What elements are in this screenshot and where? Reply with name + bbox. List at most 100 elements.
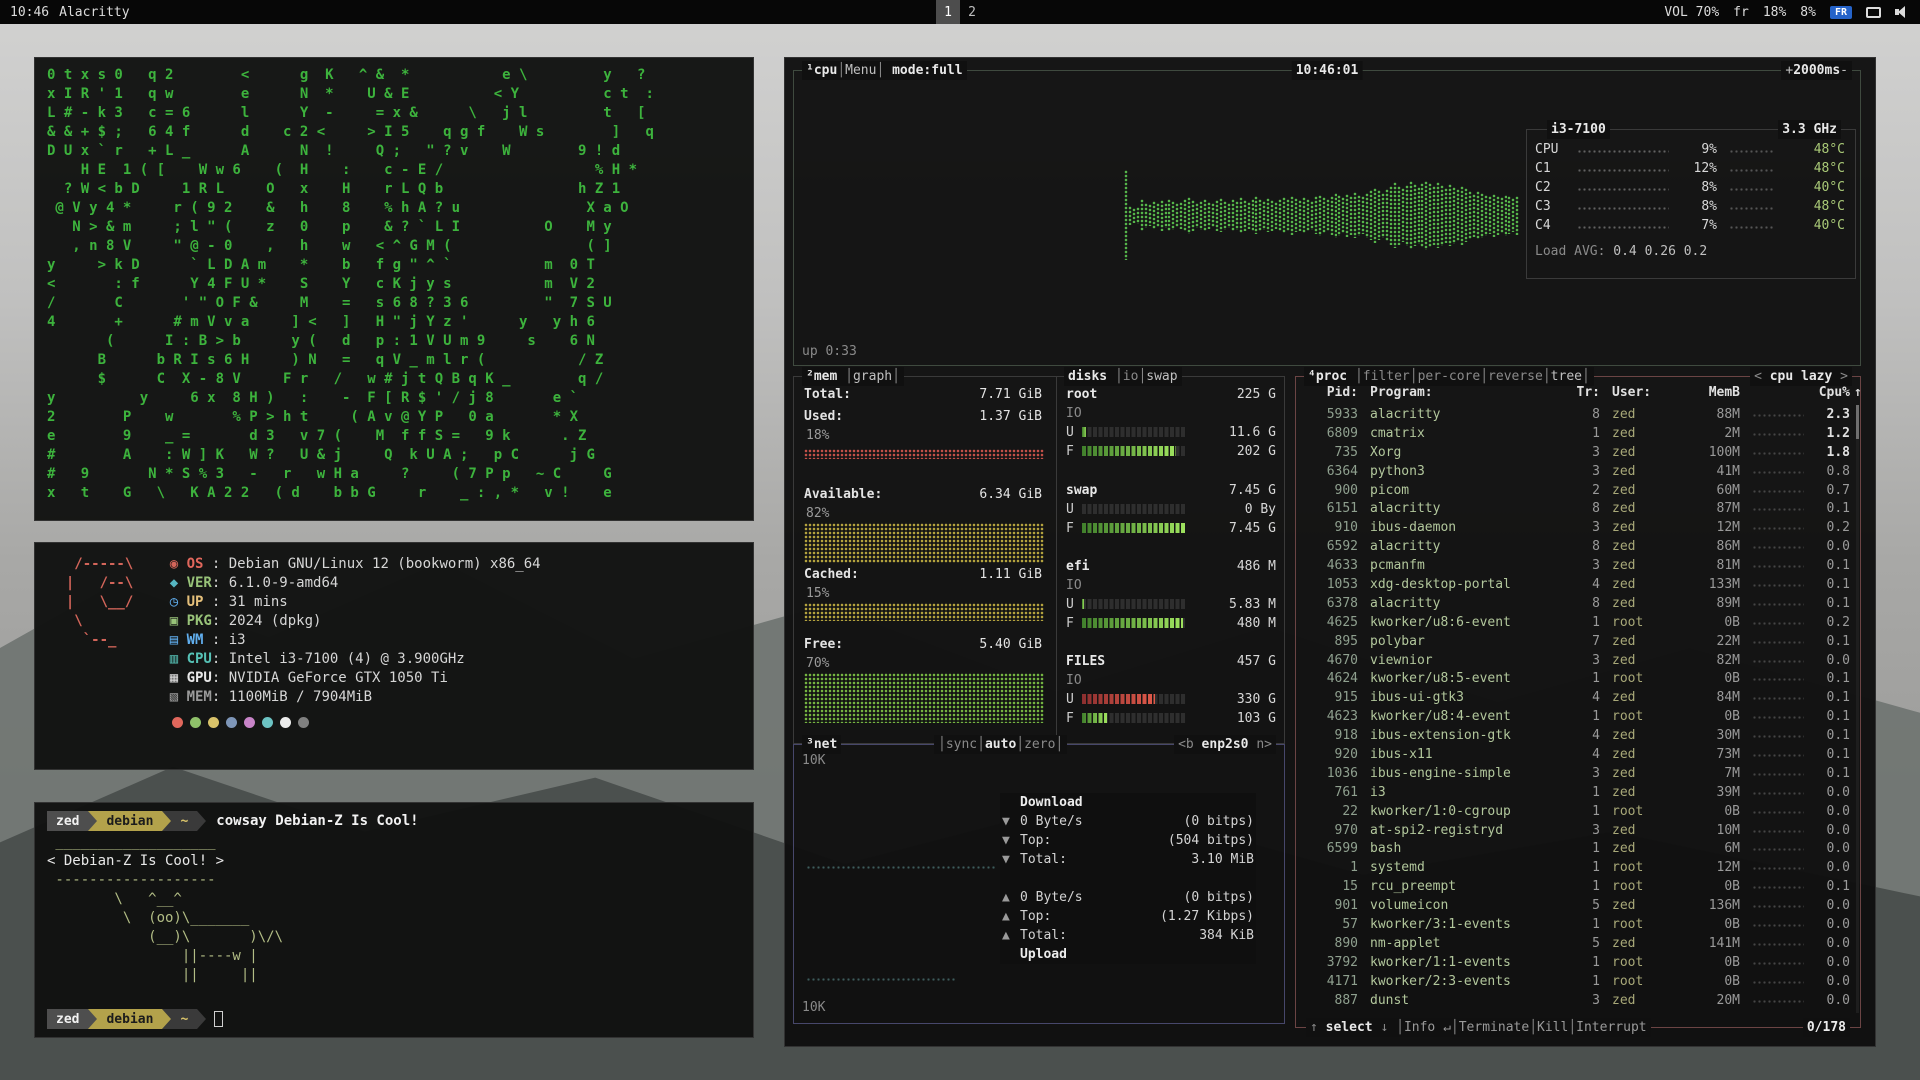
proc-row[interactable]: 6599bash1zed6M0.0	[1296, 839, 1854, 858]
disks-tab-swap[interactable]: swap	[1146, 367, 1177, 386]
fetch-terminal-window[interactable]: /-----\ | /--\ | \__/ \ `--_ ◉ OS : Debi…	[34, 542, 754, 770]
proc-cpu-mini-graph	[1752, 715, 1804, 720]
net-interface-selector[interactable]: <b enp2s0 n>	[1174, 735, 1276, 754]
proc-row[interactable]: 970at-spi2-registryd3zed10M0.0	[1296, 821, 1854, 840]
select-button[interactable]	[1318, 1018, 1326, 1037]
mode-selector[interactable]: mode:full	[892, 61, 962, 80]
disks-tab-io[interactable]: io	[1123, 367, 1139, 386]
info-icon: ▧	[170, 689, 187, 705]
core-row: CPU9%48°C	[1527, 140, 1855, 159]
proc-footer: ↑ select ↓ │Info ↵│Terminate│Kill│Interr…	[1306, 1018, 1651, 1037]
mem-row-label: Cached:	[804, 565, 859, 584]
proc-row[interactable]: 918ibus-extension-gtk4zed30M0.1	[1296, 726, 1854, 745]
proc-row[interactable]: 6809cmatrix1zed2M1.2	[1296, 424, 1854, 443]
terminate-button[interactable]: Terminate	[1459, 1018, 1529, 1037]
proc-tab-per-core[interactable]: per-core	[1418, 367, 1481, 386]
proc-row[interactable]: 4633pcmanfm3zed81M0.1	[1296, 556, 1854, 575]
proc-row[interactable]: 890nm-applet5zed141M0.0	[1296, 934, 1854, 953]
proc-cpu-mini-graph	[1752, 432, 1804, 437]
workspace-2[interactable]: 2	[960, 0, 984, 24]
proc-row[interactable]: 735Xorg3zed100M1.8	[1296, 443, 1854, 462]
info-button[interactable]: Info ↵	[1404, 1018, 1451, 1037]
tab-mem[interactable]: ²mem	[806, 367, 837, 386]
volume-indicator[interactable]: VOL 70%	[1664, 5, 1719, 20]
mem-row-percent: 70%	[806, 654, 829, 673]
select-label[interactable]: select	[1326, 1018, 1373, 1037]
net-box: ³net │sync│auto│zero│ <b enp2s0 n> 10K 1…	[793, 744, 1285, 1024]
proc-scrollbar[interactable]	[1856, 405, 1859, 1013]
proc-row[interactable]: 1systemd1root12M0.0	[1296, 858, 1854, 877]
kill-button[interactable]: Kill	[1537, 1018, 1568, 1037]
proc-row[interactable]: 1053xdg-desktop-portal4zed133M0.1	[1296, 575, 1854, 594]
mem-usage-graph	[804, 523, 1044, 563]
display-icon[interactable]	[1866, 7, 1881, 18]
proc-row[interactable]: 57kworker/3:1-events1root0B0.0	[1296, 915, 1854, 934]
proc-row[interactable]: 4624kworker/u8:5-event1root0B0.1	[1296, 669, 1854, 688]
info-icon: ◉	[170, 556, 187, 572]
tab-cpu[interactable]: ¹cpu	[806, 61, 837, 80]
proc-row[interactable]: 761i31zed39M0.0	[1296, 783, 1854, 802]
proc-tab-reverse[interactable]: reverse	[1488, 367, 1543, 386]
proc-row[interactable]: 1036ibus-engine-simple3zed7M0.1	[1296, 764, 1854, 783]
usage-meter	[1082, 504, 1186, 514]
net-tab-sync[interactable]: sync	[946, 735, 977, 754]
interrupt-button[interactable]: Interrupt	[1576, 1018, 1646, 1037]
proc-tab-tree[interactable]: tree	[1551, 367, 1582, 386]
proc-row[interactable]: 895polybar7zed22M0.1	[1296, 632, 1854, 651]
color-swatch	[262, 717, 273, 728]
interval-decrease-button[interactable]: -	[1840, 61, 1848, 80]
load-average: Load AVG: 0.4 0.26 0.2	[1535, 242, 1707, 261]
proc-row[interactable]: 920ibus-x114zed73M0.1	[1296, 745, 1854, 764]
net-tab-zero[interactable]: zero	[1024, 735, 1055, 754]
proc-row[interactable]: 15rcu_preempt1root0B0.1	[1296, 877, 1854, 896]
system-info-line: ▣ PKG: 2024 (dpkg)	[170, 612, 541, 631]
mem-box: ²mem │graph│ disks │io│swap Total: 7.71 …	[793, 376, 1285, 744]
info-icon: ▤	[170, 632, 187, 648]
proc-row[interactable]: 915ibus-ui-gtk34zed84M0.1	[1296, 688, 1854, 707]
proc-row[interactable]: 6592alacritty8zed86M0.0	[1296, 537, 1854, 556]
tab-net[interactable]: ³net	[806, 735, 837, 754]
proc-row[interactable]: 901volumeicon5zed136M0.0	[1296, 896, 1854, 915]
keyboard-layout-badge[interactable]: FR	[1830, 6, 1852, 19]
tab-proc[interactable]: ⁴proc	[1308, 367, 1347, 386]
proc-sort-selector[interactable]: < cpu lazy >	[1750, 367, 1852, 386]
workspace-1[interactable]: 1	[936, 0, 960, 24]
proc-cpu-mini-graph	[1752, 640, 1804, 645]
proc-row[interactable]: 22kworker/1:0-cgroup1root0B0.0	[1296, 802, 1854, 821]
net-tab-auto[interactable]: auto	[985, 735, 1016, 754]
proc-row[interactable]: 887dunst3zed20M0.0	[1296, 991, 1854, 1010]
mem-row-label: Free:	[804, 635, 843, 654]
proc-row[interactable]: 6151alacritty8zed87M0.1	[1296, 499, 1854, 518]
proc-row[interactable]: 6364python33zed41M0.8	[1296, 462, 1854, 481]
color-swatch	[208, 717, 219, 728]
speaker-icon[interactable]	[1895, 6, 1910, 18]
proc-row[interactable]: 4171kworker/2:3-events1root0B0.0	[1296, 972, 1854, 991]
system-monitor-window[interactable]: ¹cpu│Menu│ mode:full 10:46:01 +2000ms- i…	[784, 57, 1876, 1047]
mem-row-value: 5.40 GiB	[979, 635, 1042, 654]
core-temp-meter	[1729, 206, 1773, 212]
proc-row[interactable]: 6378alacritty8zed89M0.1	[1296, 594, 1854, 613]
cowsay-terminal-window[interactable]: zeddebian~cowsay Debian-Z Is Cool! _____…	[34, 802, 754, 1038]
proc-row[interactable]: 900picom2zed60M0.7	[1296, 481, 1854, 500]
usage-meter	[1082, 618, 1186, 628]
interval-increase-button[interactable]: +	[1785, 61, 1793, 80]
keyboard-layout-text[interactable]: fr	[1733, 5, 1749, 20]
disk-name: root	[1066, 385, 1097, 404]
mem-tab-graph[interactable]: graph	[853, 367, 892, 386]
proc-row[interactable]: 4623kworker/u8:4-event1root0B0.1	[1296, 707, 1854, 726]
refresh-interval-control: +2000ms-	[1781, 61, 1852, 80]
proc-scrollbar-thumb[interactable]	[1856, 405, 1859, 439]
menu-button[interactable]: Menu	[845, 61, 876, 80]
proc-row[interactable]: 4625kworker/u8:6-event1root0B0.2	[1296, 613, 1854, 632]
proc-row[interactable]: 3792kworker/1:1-events1root0B0.0	[1296, 953, 1854, 972]
proc-row[interactable]: 5933alacritty8zed88M2.3	[1296, 405, 1854, 424]
proc-cpu-mini-graph	[1752, 696, 1804, 701]
proc-cpu-mini-graph	[1752, 489, 1804, 494]
proc-row[interactable]: 910ibus-daemon3zed12M0.2	[1296, 518, 1854, 537]
matrix-terminal-window[interactable]: 0 t x s 0 q 2 < g K ^ & * e \ y ? x I R …	[34, 57, 754, 521]
proc-row[interactable]: 4670viewnior3zed82M0.0	[1296, 651, 1854, 670]
color-swatch	[190, 717, 201, 728]
core-usage-meter	[1577, 168, 1669, 174]
disk-size: 457 G	[1237, 652, 1276, 671]
proc-tab-filter[interactable]: filter	[1363, 367, 1410, 386]
